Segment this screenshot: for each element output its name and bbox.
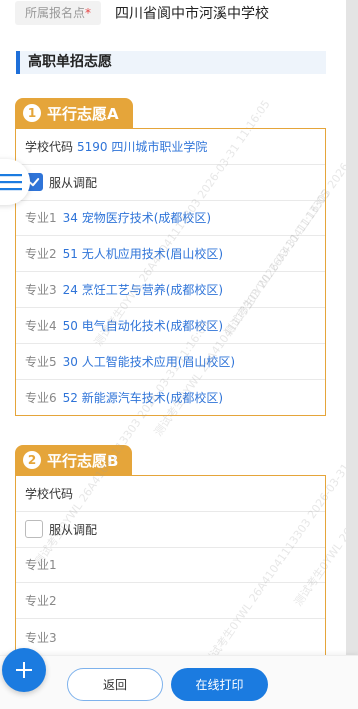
- major-row[interactable]: 专业6 52 新能源汽车技术(成都校区): [16, 380, 325, 416]
- major-row[interactable]: 专业2: [16, 583, 325, 620]
- volunteer-b-tab: 2 平行志愿B: [15, 445, 133, 475]
- major-row[interactable]: 专业4 50 电气自动化技术(成都校区): [16, 308, 325, 344]
- print-button[interactable]: 在线打印: [171, 668, 268, 701]
- major-label: 专业4: [25, 318, 57, 333]
- volunteer-a-tab: 1 平行志愿A: [15, 98, 133, 128]
- major-label: 专业2: [25, 247, 57, 262]
- fab-add-button[interactable]: [2, 648, 46, 692]
- scrollbar-track[interactable]: [346, 0, 358, 709]
- plus-icon: [16, 662, 32, 678]
- obey-label: 服从调配: [49, 175, 98, 190]
- major-row[interactable]: 专业1: [16, 548, 325, 584]
- major-label: 专业1: [25, 558, 57, 573]
- menu-icon: [0, 174, 22, 191]
- school-code-row[interactable]: 学校代码: [16, 476, 325, 512]
- volunteer-title: 平行志愿B: [47, 451, 119, 470]
- school-code-label: 学校代码: [25, 139, 74, 154]
- volunteer-number-badge: 1: [23, 104, 41, 122]
- volunteer-b-body: 学校代码 服从调配 专业1 专业2 专业3: [15, 475, 326, 655]
- volunteer-title: 平行志愿A: [47, 104, 119, 123]
- major-label: 专业3: [25, 630, 57, 645]
- school-label: 所属报名点*: [15, 1, 102, 25]
- major-value: 30 人工智能技术应用(眉山校区): [62, 354, 236, 369]
- volunteer-a: 1 平行志愿A 学校代码 5190 四川城市职业学院 服从调配 专业1 34 宠物…: [15, 98, 326, 417]
- obey-label: 服从调配: [49, 522, 98, 537]
- major-value: 34 宠物医疗技术(成都校区): [62, 211, 212, 226]
- school-row: 所属报名点* 四川省阆中市河溪中学校: [15, 0, 335, 26]
- page: 所属报名点* 四川省阆中市河溪中学校 高职单招志愿 1 平行志愿A 学校代码 5…: [0, 0, 346, 709]
- major-label: 专业3: [25, 283, 57, 298]
- major-value: 51 无人机应用技术(眉山校区): [62, 247, 224, 262]
- major-label: 专业1: [25, 211, 57, 226]
- major-label: 专业6: [25, 390, 57, 405]
- major-value: 24 烹饪工艺与营养(成都校区): [62, 283, 224, 298]
- back-button[interactable]: 返回: [67, 668, 163, 701]
- volunteer-b: 2 平行志愿B 学校代码 服从调配 专业1 专业2 专业3: [15, 445, 326, 655]
- volunteer-number-badge: 2: [23, 451, 41, 469]
- school-code-value: 5190 四川城市职业学院: [77, 139, 208, 154]
- major-row[interactable]: 专业3 24 烹饪工艺与营养(成都校区): [16, 272, 325, 308]
- section-title: 高职单招志愿: [16, 51, 326, 74]
- major-row[interactable]: 专业3: [16, 619, 325, 655]
- school-code-label: 学校代码: [25, 486, 74, 501]
- major-label: 专业5: [25, 354, 57, 369]
- obey-row: 服从调配: [16, 165, 325, 201]
- school-value: 四川省阆中市河溪中学校: [115, 6, 270, 22]
- volunteer-a-body: 学校代码 5190 四川城市职业学院 服从调配 专业1 34 宠物医疗技术(成都校…: [15, 128, 326, 417]
- obey-row: 服从调配: [16, 512, 325, 548]
- obey-checkbox[interactable]: [25, 520, 43, 539]
- major-label: 专业2: [25, 594, 57, 609]
- major-row[interactable]: 专业1 34 宠物医疗技术(成都校区): [16, 201, 325, 237]
- major-row[interactable]: 专业2 51 无人机应用技术(眉山校区): [16, 236, 325, 273]
- major-value: 52 新能源汽车技术(成都校区): [62, 390, 224, 405]
- major-value: 50 电气自动化技术(成都校区): [62, 318, 224, 333]
- major-row[interactable]: 专业5 30 人工智能技术应用(眉山校区): [16, 344, 325, 380]
- school-code-row[interactable]: 学校代码 5190 四川城市职业学院: [16, 129, 325, 165]
